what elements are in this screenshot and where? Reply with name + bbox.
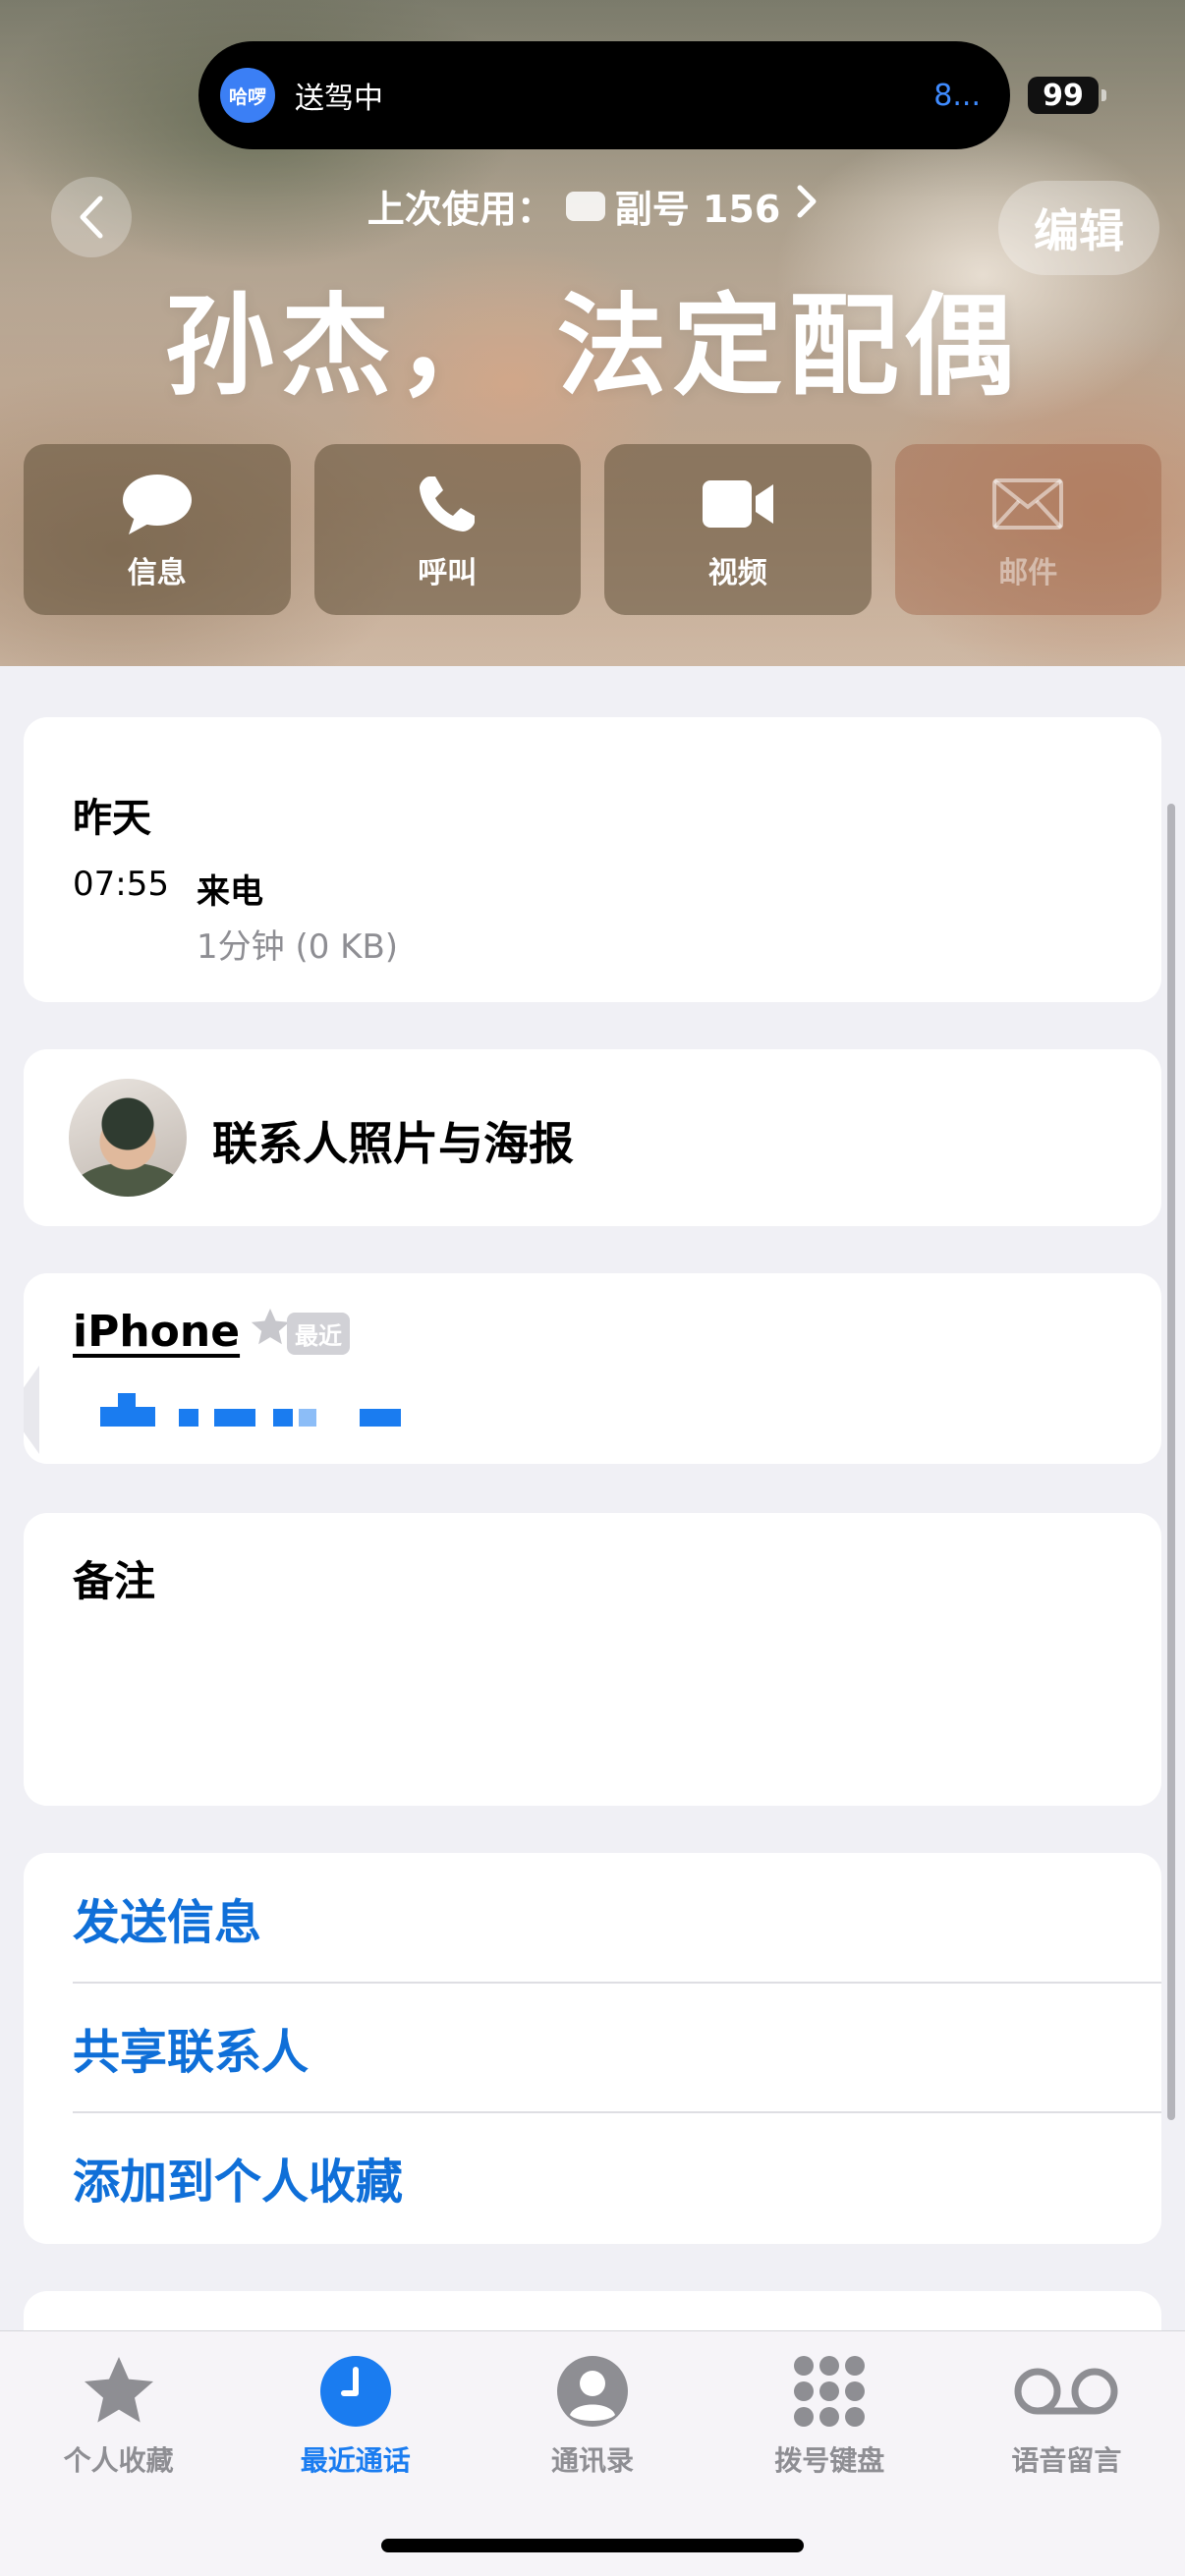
share-contact-link[interactable]: 共享联系人 (24, 1983, 1161, 2112)
mail-action-button[interactable]: 邮件 (894, 444, 1161, 615)
video-action-button[interactable]: 视频 (604, 444, 872, 615)
quick-actions: 信息 呼叫 视频 邮件 (24, 444, 1161, 615)
video-camera-icon (702, 480, 773, 528)
recent-badge: 最近 (287, 1313, 350, 1355)
last-used-line-name: 副号 156 (614, 188, 781, 231)
video-action-label: 视频 (707, 556, 767, 590)
tab-keypad-label: 拨号键盘 (774, 2444, 885, 2477)
tab-contacts-label: 通讯录 (551, 2444, 635, 2477)
card-edge-marker (24, 1366, 39, 1454)
contact-poster-header: 哈啰 送驾中 8... 99 上次使用： 副号 156 编辑 孙杰， 法定配偶 … (0, 0, 1185, 666)
contact-actions-list: 发送信息 共享联系人 添加到个人收藏 (24, 1853, 1161, 2244)
phone-number-card[interactable]: iPhone 最近 (24, 1273, 1161, 1464)
battery-indicator: 99 (1028, 77, 1106, 114)
tab-recents-label: 最近通话 (300, 2444, 411, 2477)
home-indicator[interactable] (381, 2539, 804, 2552)
keypad-icon (794, 2356, 866, 2427)
phone-label: iPhone (73, 1307, 241, 1357)
notes-card[interactable]: 备注 (24, 1513, 1161, 1806)
mail-action-label: 邮件 (998, 556, 1058, 590)
recent-call-time: 07:55 (73, 865, 169, 904)
envelope-icon (992, 478, 1064, 530)
chevron-right-icon (796, 184, 818, 229)
tab-voicemail[interactable]: 语音留言 (948, 2331, 1185, 2576)
tab-favorites[interactable]: 个人收藏 (0, 2331, 237, 2576)
send-message-link[interactable]: 发送信息 (24, 1853, 1161, 1983)
notes-label: 备注 (73, 1557, 156, 1605)
star-icon (84, 2357, 153, 2423)
last-used-label: 上次使用： (367, 188, 554, 231)
contact-photo-poster-label: 联系人照片与海报 (212, 1117, 574, 1170)
tab-favorites-label: 个人收藏 (63, 2444, 174, 2477)
phone-number-redacted[interactable] (100, 1393, 444, 1427)
recent-call-type: 来电 (197, 872, 263, 912)
clock-icon (319, 2356, 391, 2427)
contact-name: 孙杰， 法定配偶 (164, 283, 1021, 411)
message-action-label: 信息 (127, 556, 187, 590)
voicemail-icon (1014, 2368, 1118, 2415)
add-to-favorites-link[interactable]: 添加到个人收藏 (24, 2112, 1161, 2242)
recent-call-card: 昨天 07:55 来电 1分钟 (0 KB) (24, 717, 1161, 1002)
phone-icon (420, 476, 476, 532)
live-activity-title: 送驾中 (295, 82, 383, 116)
recent-call-duration: 1分钟 (0 KB) (197, 927, 399, 967)
ride-app-logo-icon: 哈啰 (220, 68, 275, 123)
message-bubble-icon (122, 475, 192, 534)
dynamic-island-live-activity[interactable]: 哈啰 送驾中 8... (198, 41, 1010, 149)
live-activity-eta: 8... (933, 78, 981, 113)
sim-card-icon (565, 191, 605, 221)
call-action-button[interactable]: 呼叫 (313, 444, 581, 615)
message-action-button[interactable]: 信息 (24, 444, 291, 615)
tab-voicemail-label: 语音留言 (1011, 2444, 1122, 2477)
person-circle-icon (557, 2356, 628, 2427)
avatar (69, 1079, 187, 1197)
call-action-label: 呼叫 (418, 556, 478, 590)
contact-photo-poster-row[interactable]: 联系人照片与海报 (24, 1049, 1161, 1226)
recent-call-date: 昨天 (73, 796, 151, 841)
scrollbar[interactable] (1167, 804, 1175, 2120)
